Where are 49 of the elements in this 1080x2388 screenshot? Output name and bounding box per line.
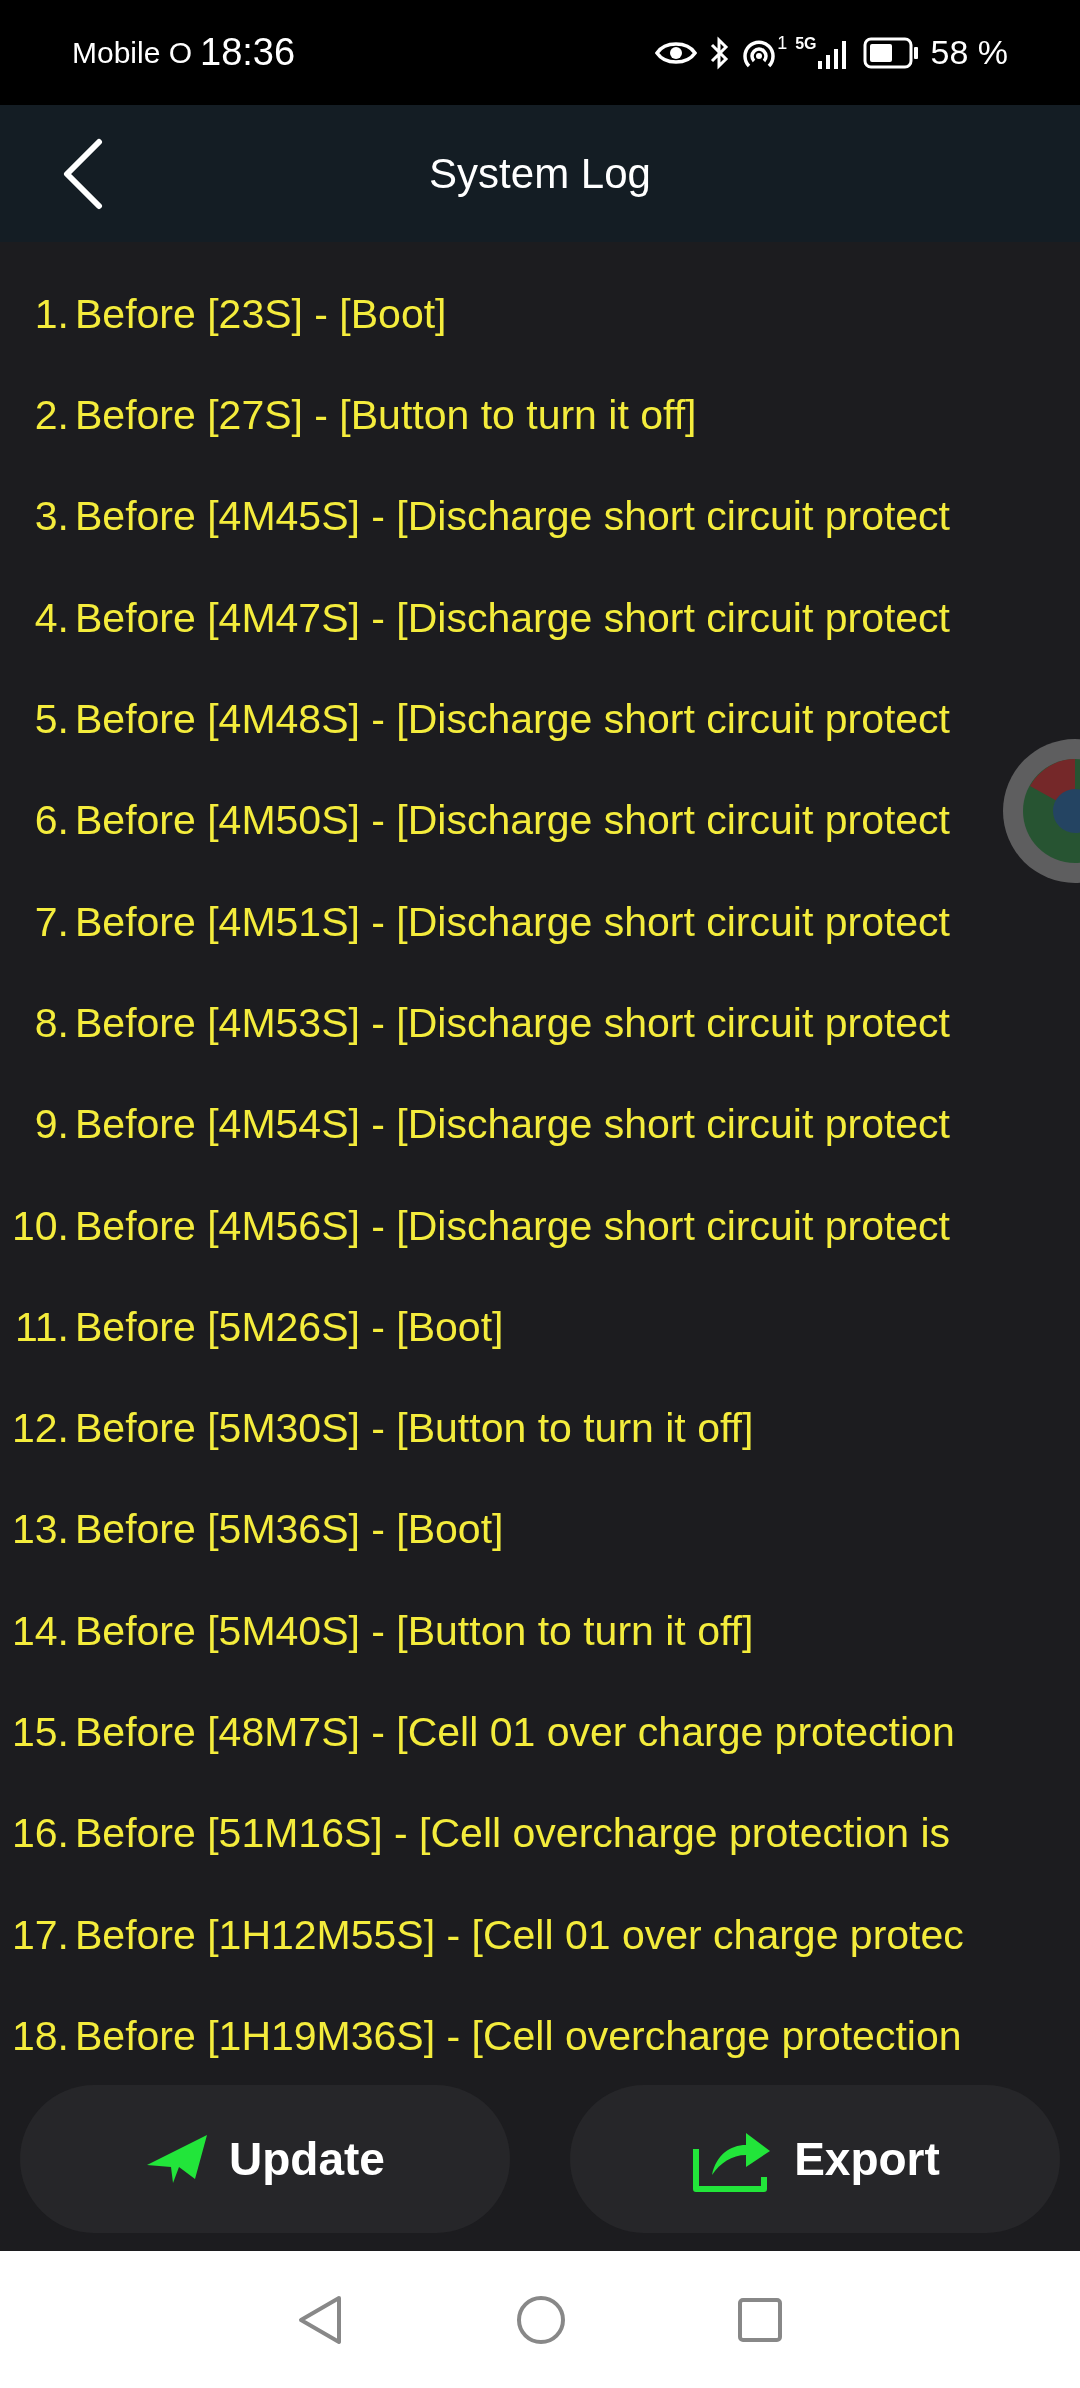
entry-number: 16. [11,1809,70,1859]
log-entry-text: Before [23S] - [Boot] [75,289,447,339]
carrier-name: Mobile O [72,35,193,71]
entry-number: 2. [33,391,70,441]
log-entry-text: Before [5M40S] - [Button to turn it off] [75,1606,754,1656]
log-entry-text: Before [27S] - [Button to turn it off] [75,391,697,441]
log-entry-text: Before [4M56S] - [Discharge short circuit protect [75,1201,950,1251]
log-entry-text: Before [4M45S] - [Discharge short circuit protect [75,492,950,542]
entry-number: 13. [11,1505,70,1555]
entry-number: 17. [11,1910,70,1960]
bluetooth-icon [709,35,730,70]
log-entry-text: Before [51M16S] - [Cell overcharge protection is [75,1809,951,1859]
log-entry-text: Before [4M53S] - [Discharge short circuit protect [75,998,950,1048]
entry-number: 11. [14,1302,70,1352]
battery-icon [862,36,919,69]
log-entry-text: Before [4M51S] - [Discharge short circuit protect [75,897,950,947]
hotspot-count: 1 [777,32,788,55]
battery-percentage: 58 % [930,32,1008,73]
entry-number: 7. [33,897,70,947]
export-button[interactable]: Export [570,2085,1060,2233]
entry-number: 5. [33,695,70,745]
network-type: 5G [795,34,817,54]
entry-number: 6. [33,796,70,846]
entry-number: 14. [11,1606,70,1656]
log-entry-text: Before [4M47S] - [Discharge short circuit protect [75,593,950,643]
clock-time: 18:36 [200,30,296,75]
log-entry-text: Before [48M7S] - [Cell 01 over charge protection [75,1708,955,1758]
log-entry-text: Before [1H12M55S] - [Cell 01 over charge protec [75,1910,964,1960]
entry-number: 18. [11,2011,70,2061]
entry-number: 3. [33,492,70,542]
log-entry-text: Before [1H19M36S] - [Cell overcharge protection [75,2011,962,2061]
log-entry-text: Before [4M54S] - [Discharge short circuit protect [75,1100,950,1150]
entry-number: 12. [11,1404,70,1454]
entry-number: 8. [33,998,70,1048]
nav-home-icon[interactable] [515,2293,567,2346]
update-button[interactable]: Update [20,2085,510,2233]
back-icon [61,137,103,210]
entry-number: 4. [33,593,70,643]
log-entry-text: Before [4M50S] - [Discharge short circuit protect [75,796,950,846]
entry-number: 10. [11,1201,70,1251]
nav-recents-icon[interactable] [737,2296,783,2343]
entry-number: 15. [11,1708,70,1758]
screen-title: System Log [429,149,651,199]
log-entry-text: Before [4M48S] - [Discharge short circuit protect [75,695,950,745]
log-entry-text: Before [5M26S] - [Boot] [75,1302,504,1352]
entry-number: 1. [33,289,70,339]
entry-number: 9. [33,1100,70,1150]
log-entry-text: Before [5M36S] - [Boot] [75,1505,504,1555]
log-entry-text: Before [5M30S] - [Button to turn it off] [75,1404,754,1454]
